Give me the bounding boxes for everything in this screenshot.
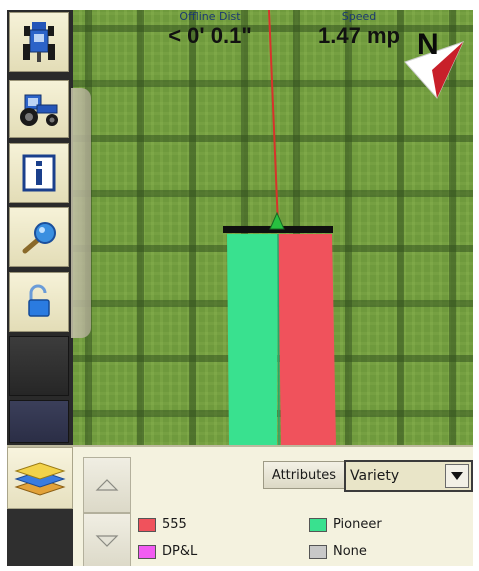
left-toolbar xyxy=(7,10,91,445)
offline-distance-readout: Offline Dist < 0' 0.1" xyxy=(135,10,285,49)
unlock-button[interactable] xyxy=(9,272,69,332)
legend-item-pioneer: Pioneer xyxy=(309,517,382,532)
layers-empty-slot xyxy=(7,509,73,566)
attribute-select[interactable]: Variety xyxy=(344,460,473,492)
north-label: N xyxy=(417,28,439,61)
legend-item-555: 555 xyxy=(138,517,187,532)
legend-swatch xyxy=(309,517,327,532)
legend-label: None xyxy=(333,544,367,559)
vehicle-setup-button[interactable] xyxy=(9,12,69,72)
toolbar-collapse-tab[interactable] xyxy=(71,88,91,338)
scroll-up-button[interactable] xyxy=(83,457,131,513)
chevron-up-icon xyxy=(95,479,119,491)
app-frame: Offline Dist < 0' 0.1" Speed 1.47 mp N A… xyxy=(7,10,473,566)
toolbar-empty-slot xyxy=(9,400,69,443)
info-icon xyxy=(22,154,56,192)
legend-swatch xyxy=(309,544,327,559)
legend-swatch xyxy=(138,517,156,532)
legend-label: Pioneer xyxy=(333,517,382,532)
magnifier-icon xyxy=(22,222,56,254)
toolbar-empty-slot xyxy=(9,336,69,396)
dropdown-arrow-icon[interactable] xyxy=(445,464,469,488)
zoom-button[interactable] xyxy=(9,207,69,267)
legend-label: 555 xyxy=(162,517,187,532)
attributes-button[interactable]: Attributes xyxy=(263,461,345,489)
attribute-legend-panel: Attributes Variety 555 Pioneer DP&L None xyxy=(7,445,473,566)
tractor-icon xyxy=(20,94,58,126)
legend-item-none: None xyxy=(309,544,367,559)
strip-divider xyxy=(277,233,280,445)
tractor-button[interactable] xyxy=(9,80,69,138)
scroll-down-button[interactable] xyxy=(83,513,131,566)
layers-icon xyxy=(14,462,66,496)
unlock-icon xyxy=(28,284,50,317)
tractor-top-icon xyxy=(23,22,55,62)
legend-label: DP&L xyxy=(162,544,198,559)
layers-button[interactable] xyxy=(7,447,73,509)
coverage-strip-right xyxy=(278,234,336,445)
legend-swatch xyxy=(138,544,156,559)
legend-item-dpl: DP&L xyxy=(138,544,197,559)
offline-distance-value: < 0' 0.1" xyxy=(168,23,252,48)
speed-readout: Speed 1.47 mp xyxy=(289,10,429,49)
vehicle-position-marker xyxy=(269,211,285,230)
info-button[interactable] xyxy=(9,143,69,203)
speed-value: 1.47 mp xyxy=(318,23,400,48)
chevron-down-icon xyxy=(95,535,119,547)
offline-distance-label: Offline Dist xyxy=(179,10,241,23)
attribute-select-value: Variety xyxy=(350,468,400,484)
coverage-strip-left xyxy=(227,234,278,445)
speed-label: Speed xyxy=(341,10,377,23)
